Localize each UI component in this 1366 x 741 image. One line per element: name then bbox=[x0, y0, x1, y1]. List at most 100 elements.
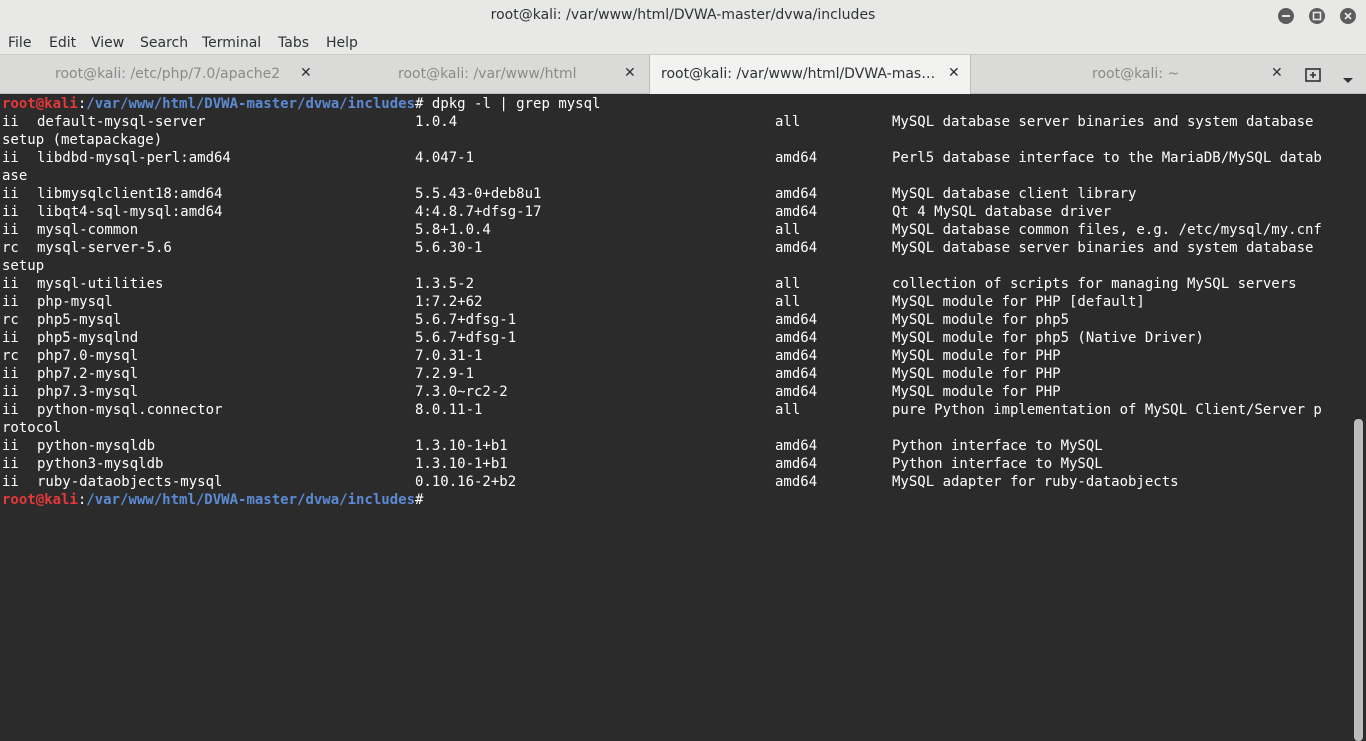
package-status: rc bbox=[2, 240, 19, 256]
menu-search[interactable]: Search bbox=[140, 35, 188, 51]
minimize-button[interactable] bbox=[1278, 8, 1294, 24]
package-arch: amd64 bbox=[775, 312, 818, 328]
package-description: Python interface to MySQL bbox=[892, 456, 1103, 472]
command-line: root@kali:/var/www/html/DVWA-master/dvwa… bbox=[2, 95, 600, 113]
package-version: 1.0.4 bbox=[415, 114, 458, 130]
package-name: libmysqlclient18:amd64 bbox=[37, 186, 223, 202]
tab-list-button[interactable] bbox=[1342, 70, 1354, 89]
package-name: php7.2-mysql bbox=[37, 366, 139, 382]
package-name: ruby-dataobjects-mysql bbox=[37, 474, 223, 490]
prompt-path: /var/www/html/DVWA-master/dvwa/includes bbox=[86, 492, 416, 508]
package-description: MySQL module for php5 bbox=[892, 312, 1070, 328]
package-version: 5.6.30-1 bbox=[415, 240, 483, 256]
package-description: MySQL adapter for ruby-dataobjects bbox=[892, 474, 1179, 490]
title-bar: root@kali: /var/www/html/DVWA-master/dvw… bbox=[0, 0, 1366, 33]
package-name: mysql-server-5.6 bbox=[37, 240, 172, 256]
package-status: ii bbox=[2, 384, 19, 400]
package-version: 5.5.43-0+deb8u1 bbox=[415, 186, 542, 202]
package-version: 8.0.11-1 bbox=[415, 402, 483, 418]
package-version: 7.0.31-1 bbox=[415, 348, 483, 364]
package-arch: all bbox=[775, 222, 801, 238]
package-version: 5.6.7+dfsg-1 bbox=[415, 312, 517, 328]
prompt-user: root@kali bbox=[2, 492, 78, 508]
package-version: 7.2.9-1 bbox=[415, 366, 475, 382]
package-description-wrap: setup (metapackage) bbox=[2, 132, 163, 148]
package-version: 4:4.8.7+dfsg-17 bbox=[415, 204, 542, 220]
window-title: root@kali: /var/www/html/DVWA-master/dvw… bbox=[490, 7, 876, 23]
package-status: ii bbox=[2, 222, 19, 238]
package-description: MySQL database common files, e.g. /etc/m… bbox=[892, 222, 1322, 238]
menu-edit[interactable]: Edit bbox=[49, 35, 76, 51]
package-status: ii bbox=[2, 330, 19, 346]
tab-label: root@kali: /var/www/html bbox=[398, 66, 577, 82]
menu-help[interactable]: Help bbox=[326, 35, 358, 51]
package-description: MySQL database client library bbox=[892, 186, 1137, 202]
package-status: ii bbox=[2, 186, 19, 202]
package-status: ii bbox=[2, 114, 19, 130]
package-arch: amd64 bbox=[775, 366, 818, 382]
close-window-button[interactable] bbox=[1340, 8, 1356, 24]
package-arch: amd64 bbox=[775, 456, 818, 472]
package-arch: amd64 bbox=[775, 348, 818, 364]
package-name: python3-mysqldb bbox=[37, 456, 164, 472]
package-status: ii bbox=[2, 456, 19, 472]
tab-apache2[interactable]: root@kali: /etc/php/7.0/apache2 ✕ bbox=[0, 55, 325, 94]
terminal-scrollbar[interactable] bbox=[1351, 95, 1366, 741]
package-version: 5.6.7+dfsg-1 bbox=[415, 330, 517, 346]
package-description: MySQL module for php5 (Native Driver) bbox=[892, 330, 1204, 346]
tab-close-icon[interactable]: ✕ bbox=[624, 65, 636, 81]
tab-label: root@kali: ~ bbox=[1092, 66, 1180, 82]
package-version: 1.3.10-1+b1 bbox=[415, 438, 508, 454]
package-description: MySQL module for PHP bbox=[892, 348, 1061, 364]
package-name: mysql-utilities bbox=[37, 276, 164, 292]
package-version: 1.3.10-1+b1 bbox=[415, 456, 508, 472]
package-version: 0.10.16-2+b2 bbox=[415, 474, 517, 490]
command-text: dpkg -l | grep mysql bbox=[423, 96, 601, 112]
package-name: php5-mysqlnd bbox=[37, 330, 139, 346]
package-arch: amd64 bbox=[775, 474, 818, 490]
package-status: ii bbox=[2, 402, 19, 418]
tab-close-icon[interactable]: ✕ bbox=[948, 65, 960, 81]
tab-includes[interactable]: root@kali: /var/www/html/DVWA-mas… ✕ bbox=[649, 55, 971, 94]
tab-label: root@kali: /var/www/html/DVWA-mas… bbox=[661, 66, 936, 82]
package-name: php7.0-mysql bbox=[37, 348, 139, 364]
package-arch: all bbox=[775, 294, 801, 310]
package-name: php5-mysql bbox=[37, 312, 122, 328]
tab-html[interactable]: root@kali: /var/www/html ✕ bbox=[325, 55, 650, 94]
new-tab-button[interactable] bbox=[1305, 67, 1321, 87]
terminal-output[interactable]: root@kali:/var/www/html/DVWA-master/dvwa… bbox=[0, 95, 1351, 741]
menu-terminal[interactable]: Terminal bbox=[202, 35, 261, 51]
new-tab-icon bbox=[1305, 68, 1321, 82]
menu-view[interactable]: View bbox=[91, 35, 124, 51]
tab-home[interactable]: root@kali: ~ ✕ bbox=[971, 55, 1293, 94]
prompt-path: /var/www/html/DVWA-master/dvwa/includes bbox=[86, 96, 416, 112]
package-version: 1.3.5-2 bbox=[415, 276, 475, 292]
maximize-button[interactable] bbox=[1309, 8, 1325, 24]
tab-close-icon[interactable]: ✕ bbox=[1271, 65, 1283, 81]
menu-file[interactable]: File bbox=[8, 35, 31, 51]
package-description-wrap: ase bbox=[2, 168, 28, 184]
scrollbar-thumb[interactable] bbox=[1354, 419, 1363, 741]
tab-bar: root@kali: /etc/php/7.0/apache2 ✕ root@k… bbox=[0, 54, 1366, 94]
menu-tabs[interactable]: Tabs bbox=[278, 35, 309, 51]
tab-close-icon[interactable]: ✕ bbox=[300, 65, 312, 81]
package-status: ii bbox=[2, 294, 19, 310]
package-description: MySQL module for PHP bbox=[892, 366, 1061, 382]
package-name: default-mysql-server bbox=[37, 114, 206, 130]
menu-bar: File Edit View Search Terminal Tabs Help bbox=[0, 32, 1366, 54]
package-arch: amd64 bbox=[775, 330, 818, 346]
package-status: rc bbox=[2, 348, 19, 364]
package-status: ii bbox=[2, 276, 19, 292]
package-status: rc bbox=[2, 312, 19, 328]
package-status: ii bbox=[2, 204, 19, 220]
package-arch: amd64 bbox=[775, 204, 818, 220]
package-arch: amd64 bbox=[775, 240, 818, 256]
package-name: python-mysql.connector bbox=[37, 402, 223, 418]
maximize-icon bbox=[1312, 11, 1322, 21]
package-description: MySQL database server binaries and syste… bbox=[892, 114, 1314, 130]
minimize-icon bbox=[1282, 15, 1290, 17]
package-status: ii bbox=[2, 366, 19, 382]
package-arch: amd64 bbox=[775, 150, 818, 166]
package-status: ii bbox=[2, 150, 19, 166]
prompt-user: root@kali bbox=[2, 96, 78, 112]
